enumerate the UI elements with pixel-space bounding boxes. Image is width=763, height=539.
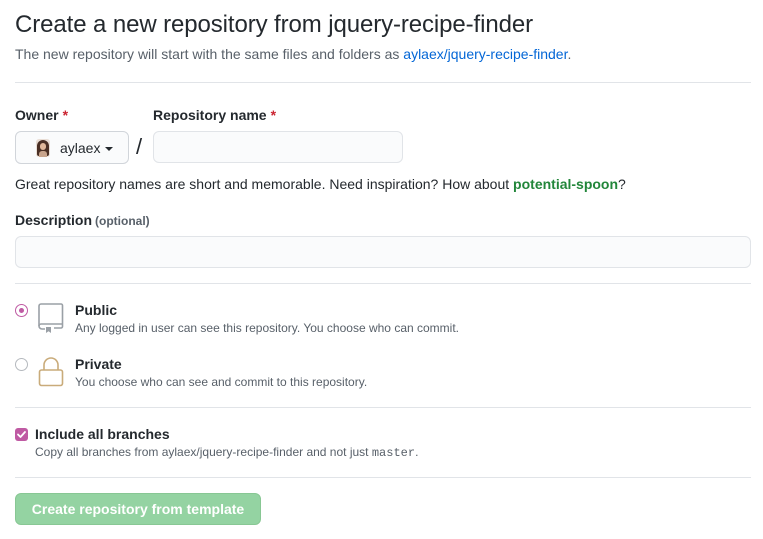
owner-label-text: Owner [15,107,59,123]
lock-icon [38,357,64,392]
hint-prefix: Great repository names are short and mem… [15,176,514,192]
visibility-private-title: Private [75,356,122,372]
create-repo-from-template-page: Create a new repository from jquery-reci… [0,0,763,539]
description-label-text: Description [15,212,93,228]
visibility-private-desc: You choose who can see and commit to thi… [75,375,368,389]
required-marker: * [270,107,277,123]
include-branches-desc-text: Copy all branches from aylaex/jquery-rec… [35,445,372,459]
chevron-down-icon [105,146,114,151]
owner-dropdown[interactable]: aylaex [15,131,129,164]
page-title: Create a new repository from jquery-reci… [15,11,533,38]
visibility-public-title: Public [75,302,118,318]
repo-name-hint: Great repository names are short and mem… [15,176,626,192]
include-branches-label: Include all branches [35,426,170,442]
visibility-private-radio[interactable] [15,358,28,371]
owner-repo-separator: / [136,134,143,159]
include-branches-desc-suffix: . [415,445,419,459]
create-repository-button[interactable]: Create repository from template [15,493,261,525]
divider [15,82,751,83]
template-repo-link[interactable]: aylaex/jquery-recipe-finder [403,46,567,62]
visibility-public-desc: Any logged in user can see this reposito… [75,321,459,335]
description-input[interactable] [15,236,751,268]
repo-icon [37,302,65,339]
divider [15,407,751,408]
include-branches-checkbox[interactable] [15,428,28,441]
required-marker: * [62,107,69,123]
description-label: Description (optional) [15,212,150,228]
subtitle-prefix: The new repository will start with the s… [15,46,404,62]
repo-name-label-text: Repository name [153,107,267,123]
avatar [36,138,50,157]
check-icon [17,431,26,438]
include-branches-desc: Copy all branches from aylaex/jquery-rec… [35,445,418,460]
visibility-public-radio[interactable] [15,304,28,317]
owner-label: Owner * [15,107,68,123]
repo-name-input[interactable] [153,131,403,163]
hint-suffix: ? [618,176,626,192]
divider [15,477,751,478]
subtitle-suffix: . [567,46,572,62]
owner-name: aylaex [60,139,101,156]
default-branch-code: master [371,446,416,460]
suggested-name[interactable]: potential-spoon [513,176,618,192]
repo-name-label: Repository name * [153,107,276,123]
page-subtitle: The new repository will start with the s… [15,46,571,62]
optional-marker: (optional) [95,214,150,228]
divider [15,283,751,284]
